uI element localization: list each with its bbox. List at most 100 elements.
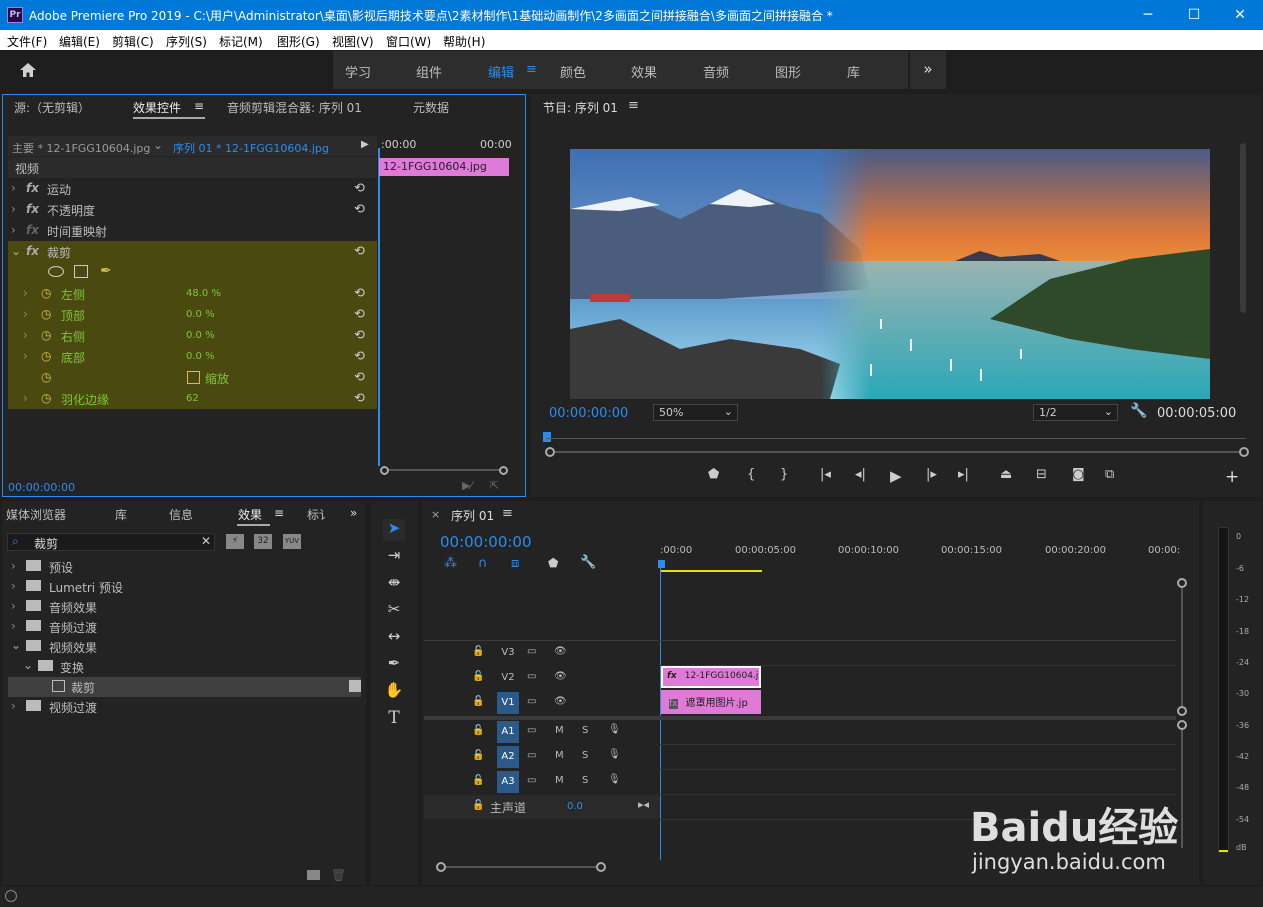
stopwatch-icon[interactable]: ◷: [41, 328, 51, 342]
sync-lock-icon[interactable]: ▭: [527, 646, 536, 657]
go-to-out-icon[interactable]: ▸|: [958, 467, 969, 482]
param-row-bottom[interactable]: › ◷ 底部 0.0 % ⟲: [8, 346, 377, 367]
tab-effect-controls[interactable]: 效果控件: [133, 99, 181, 116]
workspace-effects[interactable]: 效果: [631, 62, 657, 81]
collapse-arrow-icon[interactable]: ⌄: [11, 244, 21, 258]
param-value[interactable]: 0.0 %: [186, 351, 215, 362]
video-tracks-vscroll[interactable]: [1177, 578, 1187, 718]
tab-media-browser[interactable]: 媒体浏览器: [6, 506, 66, 523]
effects-search-field[interactable]: ⌕ 裁剪 ✕: [7, 533, 215, 551]
tab-effects[interactable]: 效果: [238, 506, 262, 523]
panel-overflow-icon[interactable]: »: [350, 506, 357, 520]
mark-out-icon[interactable]: }: [780, 467, 788, 482]
tab-audio-mixer[interactable]: 音频剪辑混合器: 序列 01: [227, 99, 362, 116]
panel-menu-icon[interactable]: ≡: [502, 506, 513, 521]
master-volume-value[interactable]: 0.0: [567, 801, 583, 812]
track-header-master[interactable]: 🔓 主声道 0.0 ▸◂: [424, 795, 660, 819]
close-sequence-icon[interactable]: ×: [431, 508, 440, 521]
effect-row-time-remap[interactable]: › fx 时间重映射: [8, 220, 377, 241]
mini-playhead[interactable]: [378, 148, 380, 466]
program-video-frame[interactable]: [570, 149, 1210, 399]
reset-icon[interactable]: ⟲: [354, 391, 365, 406]
type-tool-icon[interactable]: T: [383, 708, 405, 730]
hand-tool-icon[interactable]: ✋: [383, 681, 405, 703]
lift-icon[interactable]: ⏏: [1000, 467, 1012, 482]
work-area-bar[interactable]: [660, 570, 762, 572]
reset-icon[interactable]: ⟲: [354, 328, 365, 343]
mark-in-icon[interactable]: {: [747, 467, 755, 482]
tree-item-lumetri[interactable]: › Lumetri 预设: [8, 577, 361, 597]
program-playhead-timecode[interactable]: 00:00:00:00: [549, 406, 628, 421]
workspace-overflow-button[interactable]: »: [910, 51, 946, 89]
lock-icon[interactable]: 🔓: [472, 800, 484, 811]
yuv-effects-icon[interactable]: YUV: [283, 534, 301, 549]
sync-lock-icon[interactable]: ▭: [527, 671, 536, 682]
lock-icon[interactable]: 🔓: [472, 750, 484, 761]
stopwatch-icon[interactable]: ◷: [41, 370, 51, 384]
play-icon[interactable]: ▶: [890, 467, 902, 485]
track-label[interactable]: V2: [497, 667, 519, 689]
solo-button[interactable]: S: [582, 725, 588, 736]
reset-icon[interactable]: ⟲: [354, 349, 365, 364]
reset-icon[interactable]: ⟲: [354, 202, 365, 217]
lock-icon[interactable]: 🔓: [472, 671, 484, 682]
master-clip-label[interactable]: 主要 * 12-1FGG10604.jpg: [12, 140, 150, 156]
chevron-down-icon[interactable]: ⌄: [153, 138, 163, 152]
add-marker-icon[interactable]: ⬟: [708, 467, 719, 482]
expand-arrow-icon[interactable]: ›: [11, 223, 16, 237]
zoom-dropdown[interactable]: 50% ⌄: [653, 404, 738, 421]
track-select-tool-icon[interactable]: ⇥: [383, 546, 405, 568]
track-header-v1[interactable]: 🔓 V1 ▭ 👁: [424, 691, 660, 715]
program-time-ruler[interactable]: [546, 438, 1246, 446]
menu-clip[interactable]: 剪辑(C): [112, 33, 154, 50]
tree-item-crop[interactable]: 裁剪: [8, 677, 361, 697]
solo-button[interactable]: S: [582, 750, 588, 761]
filter-clip-icon[interactable]: ▶⁄: [462, 479, 472, 492]
sync-lock-icon[interactable]: ▭: [527, 750, 536, 761]
param-row-top[interactable]: › ◷ 顶部 0.0 % ⟲: [8, 304, 377, 325]
microphone-icon[interactable]: 🎙: [608, 774, 621, 785]
sync-lock-icon[interactable]: ▭: [527, 725, 536, 736]
menu-marker[interactable]: 标记(M): [219, 33, 263, 50]
effect-row-opacity[interactable]: › fx 不透明度 ⟲: [8, 199, 377, 220]
mini-zoom-scrollbar[interactable]: [380, 466, 508, 475]
step-forward-icon[interactable]: |▸: [926, 467, 937, 482]
stopwatch-icon[interactable]: ◷: [41, 391, 51, 405]
lock-icon[interactable]: 🔓: [472, 725, 484, 736]
menu-edit[interactable]: 编辑(E): [59, 33, 100, 50]
solo-button[interactable]: S: [582, 775, 588, 786]
eye-icon[interactable]: 👁: [554, 671, 567, 682]
workspace-assembly[interactable]: 组件: [416, 62, 442, 81]
timeline-ruler[interactable]: :00:00 00:00:05:00 00:00:10:00 00:00:15:…: [660, 543, 1180, 573]
stopwatch-icon[interactable]: ◷: [41, 349, 51, 363]
compare-view-icon[interactable]: ⧉: [1105, 467, 1114, 482]
close-button[interactable]: ✕: [1217, 0, 1263, 30]
tab-libraries[interactable]: 库: [115, 506, 127, 523]
nest-icon[interactable]: ⁂: [444, 556, 457, 571]
menu-window[interactable]: 窗口(W): [386, 33, 431, 50]
new-bin-icon[interactable]: [307, 870, 320, 880]
settings-wrench-icon[interactable]: 🔧: [1130, 403, 1147, 419]
effect-row-motion[interactable]: › fx 运动 ⟲: [8, 178, 377, 199]
home-icon[interactable]: [18, 60, 38, 80]
program-zoom-scrollbar[interactable]: [545, 447, 1249, 457]
param-row-zoom[interactable]: ◷ 缩放 ⟲: [8, 367, 377, 388]
go-to-end-icon[interactable]: ▸◂: [638, 798, 649, 811]
timeline-timecode[interactable]: 00:00:00:00: [440, 533, 532, 551]
snap-magnet-icon[interactable]: ∩: [478, 556, 488, 571]
reset-icon[interactable]: ⟲: [354, 181, 365, 196]
tree-item-audio-transitions[interactable]: › 音频过渡: [8, 617, 361, 637]
tree-item-transform[interactable]: ⌄ 变换: [8, 657, 361, 677]
lock-icon[interactable]: 🔓: [472, 646, 484, 657]
minimize-button[interactable]: ─: [1125, 0, 1171, 30]
tree-item-audio-effects[interactable]: › 音频效果: [8, 597, 361, 617]
monitor-vertical-scrollbar[interactable]: [1240, 143, 1246, 313]
step-back-icon[interactable]: ◂|: [855, 467, 866, 482]
maximize-button[interactable]: ☐: [1171, 0, 1217, 30]
track-label[interactable]: A1: [497, 721, 519, 743]
effect-controls-timecode[interactable]: 00:00:00:00: [8, 481, 75, 494]
menu-sequence[interactable]: 序列(S): [166, 33, 207, 50]
track-header-v3[interactable]: 🔓 V3 ▭ 👁: [424, 641, 660, 665]
tree-item-video-effects[interactable]: ⌄ 视频效果: [8, 637, 361, 657]
param-row-right[interactable]: › ◷ 右侧 0.0 % ⟲: [8, 325, 377, 346]
